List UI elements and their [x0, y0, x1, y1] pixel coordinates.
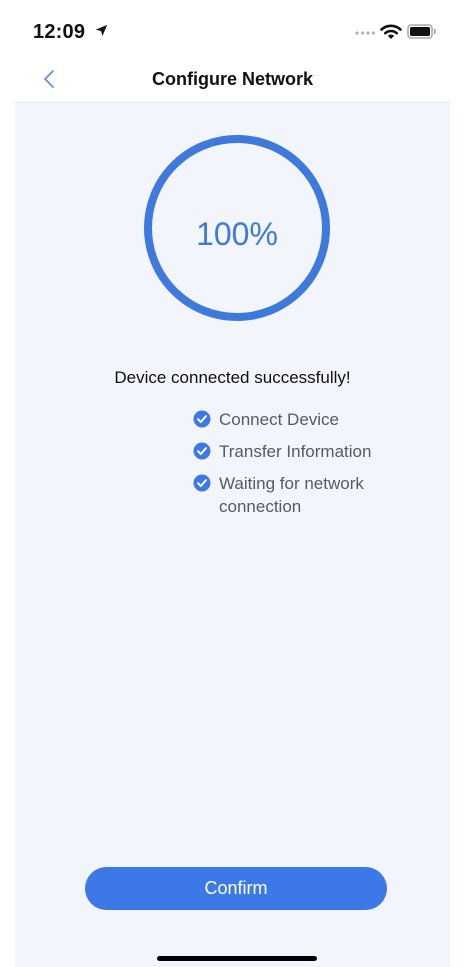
- status-bar: 12:09: [15, 0, 450, 54]
- confirm-button[interactable]: Confirm: [85, 867, 387, 910]
- battery-icon: [407, 24, 436, 39]
- home-indicator: [157, 956, 317, 961]
- check-circle-icon: [193, 410, 211, 428]
- location-arrow-icon: [95, 24, 108, 37]
- step-connect-device: Connect Device: [193, 408, 413, 436]
- wifi-icon: [380, 24, 402, 39]
- progress-percentage: 100%: [196, 216, 278, 252]
- check-circle-icon: [193, 442, 211, 460]
- step-label: Transfer Information: [219, 442, 372, 461]
- navigation-bar: Configure Network: [15, 54, 450, 103]
- step-label: Connect Device: [219, 410, 340, 429]
- status-time: 12:09: [33, 21, 86, 43]
- connection-steps: Connect Device Transfer Information Wait…: [193, 408, 413, 518]
- step-waiting-for-network: Waiting for network connection: [193, 472, 413, 518]
- check-circle-icon: [193, 474, 211, 492]
- status-message: Device connected successfully!: [114, 368, 351, 387]
- page-title: Configure Network: [151, 69, 313, 89]
- signal-dots-icon: [355, 31, 375, 35]
- configure-network-screen: 12:09 Configure Network 100% Device conn…: [15, 0, 450, 967]
- step-transfer-information: Transfer Information: [193, 440, 413, 468]
- step-label: Waiting for network connection: [219, 474, 364, 516]
